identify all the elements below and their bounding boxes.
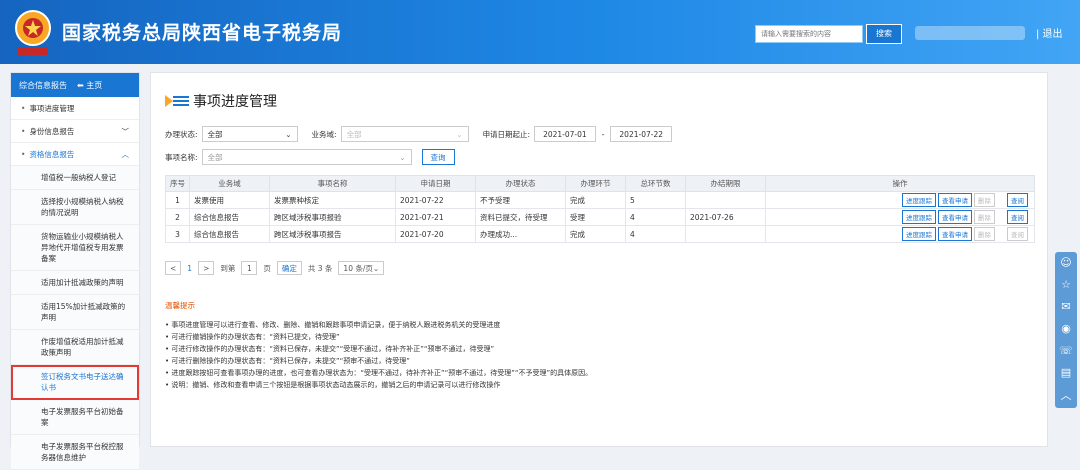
prev-page-button[interactable]: < — [165, 261, 182, 275]
current-page[interactable]: 1 — [187, 264, 192, 273]
view-application-button[interactable]: 查看申请 — [938, 193, 972, 207]
goto-confirm-button[interactable]: 确定 — [276, 261, 302, 275]
delete-button: 删除 — [974, 210, 995, 224]
home-link[interactable]: ⬅ 主页 — [77, 80, 102, 91]
tip-item: • 事项进度管理可以进行查看、修改、删除、撤销和跟踪事项申请记录，便于纳税人跟进… — [165, 321, 501, 329]
tip-item: • 可进行删除操作的办理状态有：“资料已保存，未提交”“预审不通过，待受理” — [165, 357, 410, 365]
search-input[interactable] — [755, 25, 863, 43]
domain-select[interactable]: 全部 ⌄ — [340, 126, 469, 142]
review-button[interactable]: 查阅 — [1007, 193, 1028, 207]
pagination: < 1 > 到第 1 页 确定 共 3 条 10 条/页 ⌄ — [165, 261, 385, 275]
review-button: 查阅 — [1007, 227, 1028, 241]
sidebar: 综合信息报告 ⬅ 主页 • 事项进度管理 • 身份信息报告 ﹀ • 资格信息报告 ︿ … — [10, 72, 140, 470]
query-button[interactable]: 查询 — [421, 149, 455, 165]
goto-page-input[interactable]: 1 — [241, 261, 258, 275]
total-count: 共 3 条 — [307, 263, 333, 273]
list-icon — [165, 95, 189, 107]
filter-row-2: 事项名称: 全部 ⌄ 查询 — [165, 149, 455, 165]
status-select[interactable]: 全部 ⌄ — [201, 126, 298, 142]
document-icon[interactable]: ▤ — [1061, 366, 1071, 379]
chevron-down-icon: ⌄ — [285, 129, 292, 139]
header: 国家税务总局陕西省电子税务局 搜索 | 退出 — [0, 0, 1080, 64]
date-to-input[interactable]: 2021-07-22 — [610, 126, 672, 142]
sidebar-header: 综合信息报告 ⬅ 主页 — [11, 73, 139, 97]
delete-button: 删除 — [974, 193, 995, 207]
chevron-down-icon: ⌄ — [456, 129, 463, 139]
page-size-select[interactable]: 10 条/页 ⌄ — [338, 261, 385, 275]
user-icon[interactable]: ☺ — [1060, 256, 1071, 269]
tip-item: • 说明：撤销、修改和查看申请三个按钮是根据事项状态动态展示的，撤销之后的申请记… — [165, 381, 501, 389]
tip-item: • 可进行修改操作的办理状态有：“资料已保存，未提交”“受理不通过，待补齐补正”… — [165, 345, 495, 353]
sidebar-subitem[interactable]: 电子发票服务平台初始备案 — [11, 400, 139, 435]
bullet-icon: • — [21, 103, 26, 113]
tips-list: • 事项进度管理可以进行查看、修改、删除、撤销和跟踪事项申请记录，便于纳税人跟进… — [165, 319, 592, 391]
back-arrow-icon: ⬅ — [77, 80, 87, 90]
chevron-down-icon: ⌄ — [372, 263, 380, 273]
item-name-select[interactable]: 全部 ⌄ — [201, 149, 412, 165]
sidebar-subitem[interactable]: 适用加计抵减政策的声明 — [11, 271, 139, 295]
table-row: 2 综合信息报告 跨区域涉税事项报验 2021-07-21 资料已提交，待受理 受理 4 20… — [165, 208, 1035, 226]
eye-icon[interactable]: ◉ — [1061, 322, 1071, 335]
main-panel: 事项进度管理 办理状态: 全部 ⌄ 业务域: 全部 ⌄ 申请日期起止: 2021-0… — [150, 72, 1048, 447]
table-header-row: 序号 业务域 事项名称 申请日期 办理状态 办理环节 总环节数 办结期限 操作 — [165, 175, 1035, 192]
sidebar-subitem[interactable]: 货物运输业小规模纳税人异地代开增值税专用发票备案 — [11, 225, 139, 271]
sidebar-subitem[interactable]: 增值税一般纳税人登记 — [11, 166, 139, 190]
back-to-top-icon[interactable]: ︿ — [1061, 387, 1072, 403]
bullet-icon: • — [21, 149, 26, 159]
sidebar-item-progress[interactable]: • 事项进度管理 — [11, 97, 139, 120]
review-button[interactable]: 查阅 — [1007, 210, 1028, 224]
service-icon[interactable]: ☏ — [1059, 344, 1073, 357]
sidebar-subitem-highlighted[interactable]: 签订税务文书电子送达确认书 — [11, 365, 139, 400]
page-title: 事项进度管理 — [165, 91, 277, 111]
sidebar-subitem[interactable]: 作废增值税适用加计抵减政策声明 — [11, 330, 139, 365]
bullet-icon: • — [21, 126, 26, 136]
filter-row-1: 办理状态: 全部 ⌄ 业务域: 全部 ⌄ 申请日期起止: 2021-07-01 - … — [165, 126, 672, 142]
track-progress-button[interactable]: 进度跟踪 — [902, 210, 936, 224]
sidebar-subitem[interactable]: 适用15%加计抵减政策的声明 — [11, 295, 139, 330]
tip-item: • 进度跟踪按钮可查看事项办理的进度，也可查看办理状态为：“受理不通过，待补齐补… — [165, 369, 593, 377]
progress-table: 序号 业务域 事项名称 申请日期 办理状态 办理环节 总环节数 办结期限 操作 … — [165, 175, 1035, 243]
chevron-down-icon: ﹀ — [121, 126, 130, 136]
track-progress-button[interactable]: 进度跟踪 — [902, 227, 936, 241]
search-button[interactable]: 搜索 — [866, 24, 902, 44]
tip-item: • 可进行撤销操作的办理状态有：“资料已提交，待受理” — [165, 333, 340, 341]
table-row: 3 综合信息报告 跨区域涉税事项报告 2021-07-20 办理成功... 完成 4 进度跟… — [165, 225, 1035, 243]
chevron-up-icon: ︿ — [121, 149, 130, 159]
table-row: 1 发票使用 发票票种核定 2021-07-22 不予受理 完成 5 进度跟踪 查看申请 删除查… — [165, 191, 1035, 209]
site-title: 国家税务总局陕西省电子税务局 — [62, 22, 343, 44]
sidebar-subitem[interactable]: 电子发票服务平台税控服务器信息维护 — [11, 435, 139, 470]
track-progress-button[interactable]: 进度跟踪 — [902, 193, 936, 207]
chat-icon[interactable]: ✉ — [1061, 300, 1070, 313]
date-from-input[interactable]: 2021-07-01 — [534, 126, 596, 142]
view-application-button[interactable]: 查看申请 — [938, 227, 972, 241]
next-page-button[interactable]: > — [198, 261, 215, 275]
sidebar-subitem[interactable]: 选择按小规模纳税人纳税的情况说明 — [11, 190, 139, 225]
star-icon[interactable]: ☆ — [1061, 278, 1071, 291]
view-application-button[interactable]: 查看申请 — [938, 210, 972, 224]
floating-toolbar: ☺ ☆ ✉ ◉ ☏ ▤ ︿ — [1055, 252, 1077, 408]
chevron-down-icon: ⌄ — [399, 152, 406, 162]
tips-title: 温馨提示 — [165, 301, 195, 310]
user-info-blurred — [915, 26, 1025, 40]
sidebar-item-identity[interactable]: • 身份信息报告 ﹀ — [11, 120, 139, 143]
logout-link[interactable]: | 退出 — [1036, 25, 1063, 40]
tax-emblem-logo — [15, 10, 51, 55]
sidebar-item-qualification[interactable]: • 资格信息报告 ︿ — [11, 143, 139, 166]
sidebar-section-label[interactable]: 综合信息报告 — [19, 80, 67, 91]
delete-button: 删除 — [974, 227, 995, 241]
